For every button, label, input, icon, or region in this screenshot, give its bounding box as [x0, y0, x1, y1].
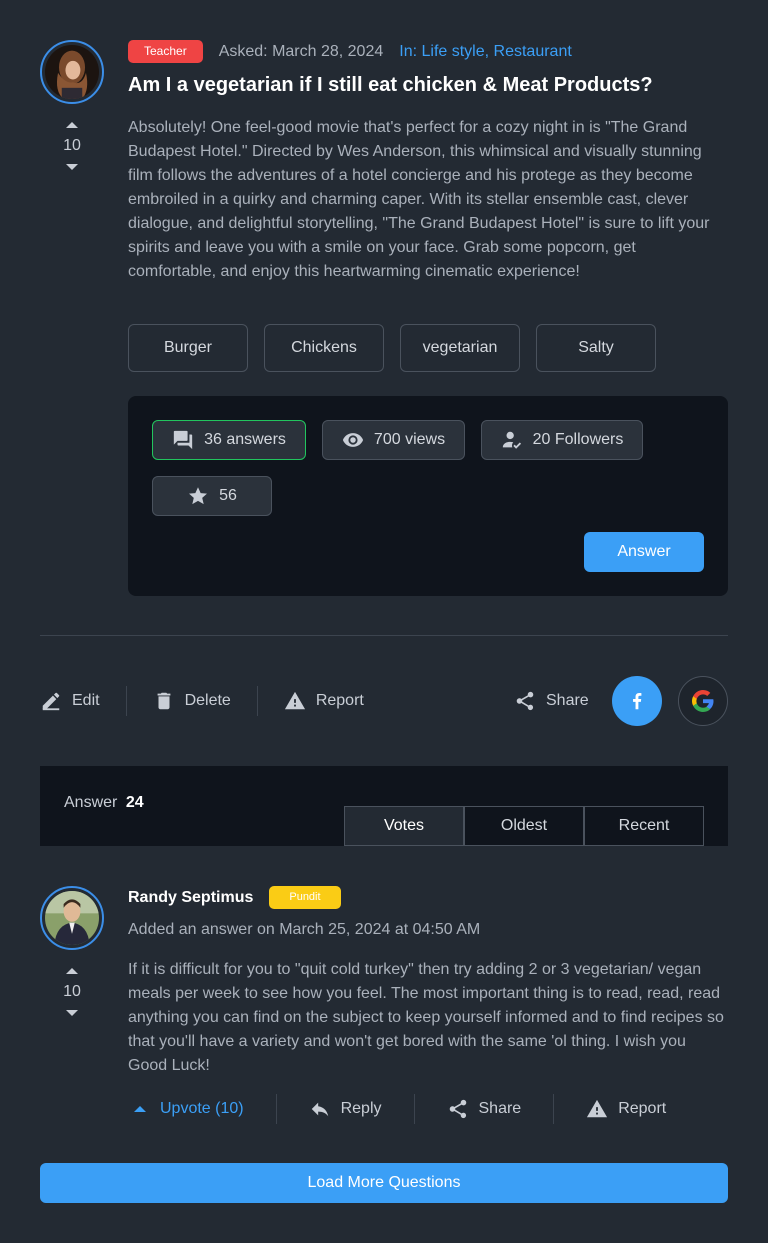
answer-body: If it is difficult for you to "quit cold…: [128, 961, 724, 1074]
tab-recent[interactable]: Recent: [584, 806, 704, 846]
load-more-button[interactable]: Load More Questions: [40, 1163, 728, 1203]
answer-report-button[interactable]: Report: [586, 1098, 666, 1120]
question-vote-count: 10: [63, 137, 81, 154]
star-icon: [189, 487, 208, 505]
upvote-arrow-icon[interactable]: [66, 968, 78, 974]
question-title[interactable]: Am I a vegetarian if I still eat chicken…: [128, 74, 728, 97]
facebook-icon: [633, 693, 642, 710]
views-stat: 700 views: [322, 420, 465, 460]
answers-header: Answer 24 Votes Oldest Recent: [40, 766, 728, 846]
share-label: Share: [546, 692, 589, 709]
google-share-button[interactable]: [678, 676, 728, 726]
tag-salty[interactable]: Salty: [536, 324, 656, 372]
followers-stat-label: 20 Followers: [532, 431, 624, 448]
pundit-badge: Pundit: [269, 886, 341, 909]
share-icon: [449, 1099, 466, 1119]
question-vote-control: 10: [40, 122, 104, 170]
answer-vote-count: 10: [63, 983, 81, 1000]
views-stat-label: 700 views: [373, 431, 446, 448]
question-stats-panel: 36 answers 700 views 20 Followers 56 Ans…: [128, 396, 728, 596]
answer-author-row: Randy Septimus Pundit: [128, 886, 341, 909]
separator: [553, 1094, 555, 1124]
edit-label: Edit: [72, 692, 100, 709]
report-label: Report: [315, 692, 364, 709]
separator: [275, 1094, 277, 1124]
favorites-stat-label: 56: [219, 487, 237, 504]
answer-date: Added an answer on March 25, 2024 at 04:…: [128, 921, 481, 938]
avatar-image: [45, 891, 99, 945]
upvote-label: Upvote (10): [160, 1100, 244, 1117]
google-icon: [692, 690, 714, 712]
followers-stat[interactable]: 20 Followers: [481, 420, 643, 460]
tag-chickens[interactable]: Chickens: [264, 324, 384, 372]
user-check-icon: [502, 431, 521, 449]
upvote-button[interactable]: Upvote (10): [128, 1100, 244, 1118]
separator: [413, 1094, 415, 1124]
question-actions: Edit Delete Report: [40, 686, 364, 716]
report-button[interactable]: Report: [284, 690, 364, 712]
tag-burger[interactable]: Burger: [128, 324, 248, 372]
trash-icon: [157, 692, 170, 710]
chat-bubbles-icon: [173, 430, 193, 450]
separator: [125, 686, 127, 716]
warning-icon: [587, 1099, 608, 1118]
share-button[interactable]: Share: [514, 690, 589, 712]
tab-oldest[interactable]: Oldest: [464, 806, 584, 846]
answer-share-label: Share: [478, 1100, 522, 1117]
reply-button[interactable]: Reply: [309, 1098, 382, 1120]
warning-icon: [284, 691, 305, 710]
share-icon: [516, 691, 534, 711]
answers-label: Answer: [64, 794, 118, 811]
downvote-arrow-icon[interactable]: [66, 1010, 78, 1016]
question-body: Absolutely! One feel-good movie that's p…: [128, 119, 710, 280]
avatar-image: [45, 45, 99, 99]
answer-share-button[interactable]: Share: [447, 1098, 522, 1120]
asked-date: Asked: March 28, 2024: [218, 42, 384, 60]
tab-votes[interactable]: Votes: [344, 806, 464, 846]
reply-icon: [311, 1102, 328, 1117]
divider: [40, 635, 728, 636]
favorites-stat[interactable]: 56: [152, 476, 272, 516]
answer-author-avatar[interactable]: [40, 886, 104, 950]
question-meta-row: Teacher Asked: March 28, 2024 In: Life s…: [128, 40, 572, 63]
reply-label: Reply: [340, 1100, 382, 1117]
category-link[interactable]: In: Life style, Restaurant: [399, 43, 572, 61]
eye-icon: [342, 433, 364, 447]
answer-button[interactable]: Answer: [584, 532, 704, 572]
downvote-arrow-icon[interactable]: [66, 164, 78, 170]
answer-vote-control: 10: [40, 968, 104, 1016]
answer-author-name[interactable]: Randy Septimus: [128, 889, 253, 907]
teacher-badge: Teacher: [128, 40, 203, 63]
upvote-arrow-icon[interactable]: [66, 122, 78, 128]
answers-stat-label: 36 answers: [204, 431, 286, 448]
tag-vegetarian[interactable]: vegetarian: [400, 324, 520, 372]
answer-report-label: Report: [618, 1100, 667, 1117]
answers-stat[interactable]: 36 answers: [152, 420, 306, 460]
delete-button[interactable]: Delete: [153, 690, 231, 712]
separator: [256, 686, 258, 716]
facebook-share-button[interactable]: [612, 676, 662, 726]
answers-count-row: Answer 24: [64, 794, 144, 812]
delete-label: Delete: [184, 692, 231, 709]
upvote-arrow-icon: [134, 1106, 146, 1112]
answers-count: 24: [125, 794, 144, 811]
edit-button[interactable]: Edit: [40, 690, 100, 712]
pencil-icon: [42, 692, 60, 711]
answer-actions: Upvote (10) Reply Share Report: [128, 1094, 666, 1124]
question-author-avatar[interactable]: [40, 40, 104, 104]
